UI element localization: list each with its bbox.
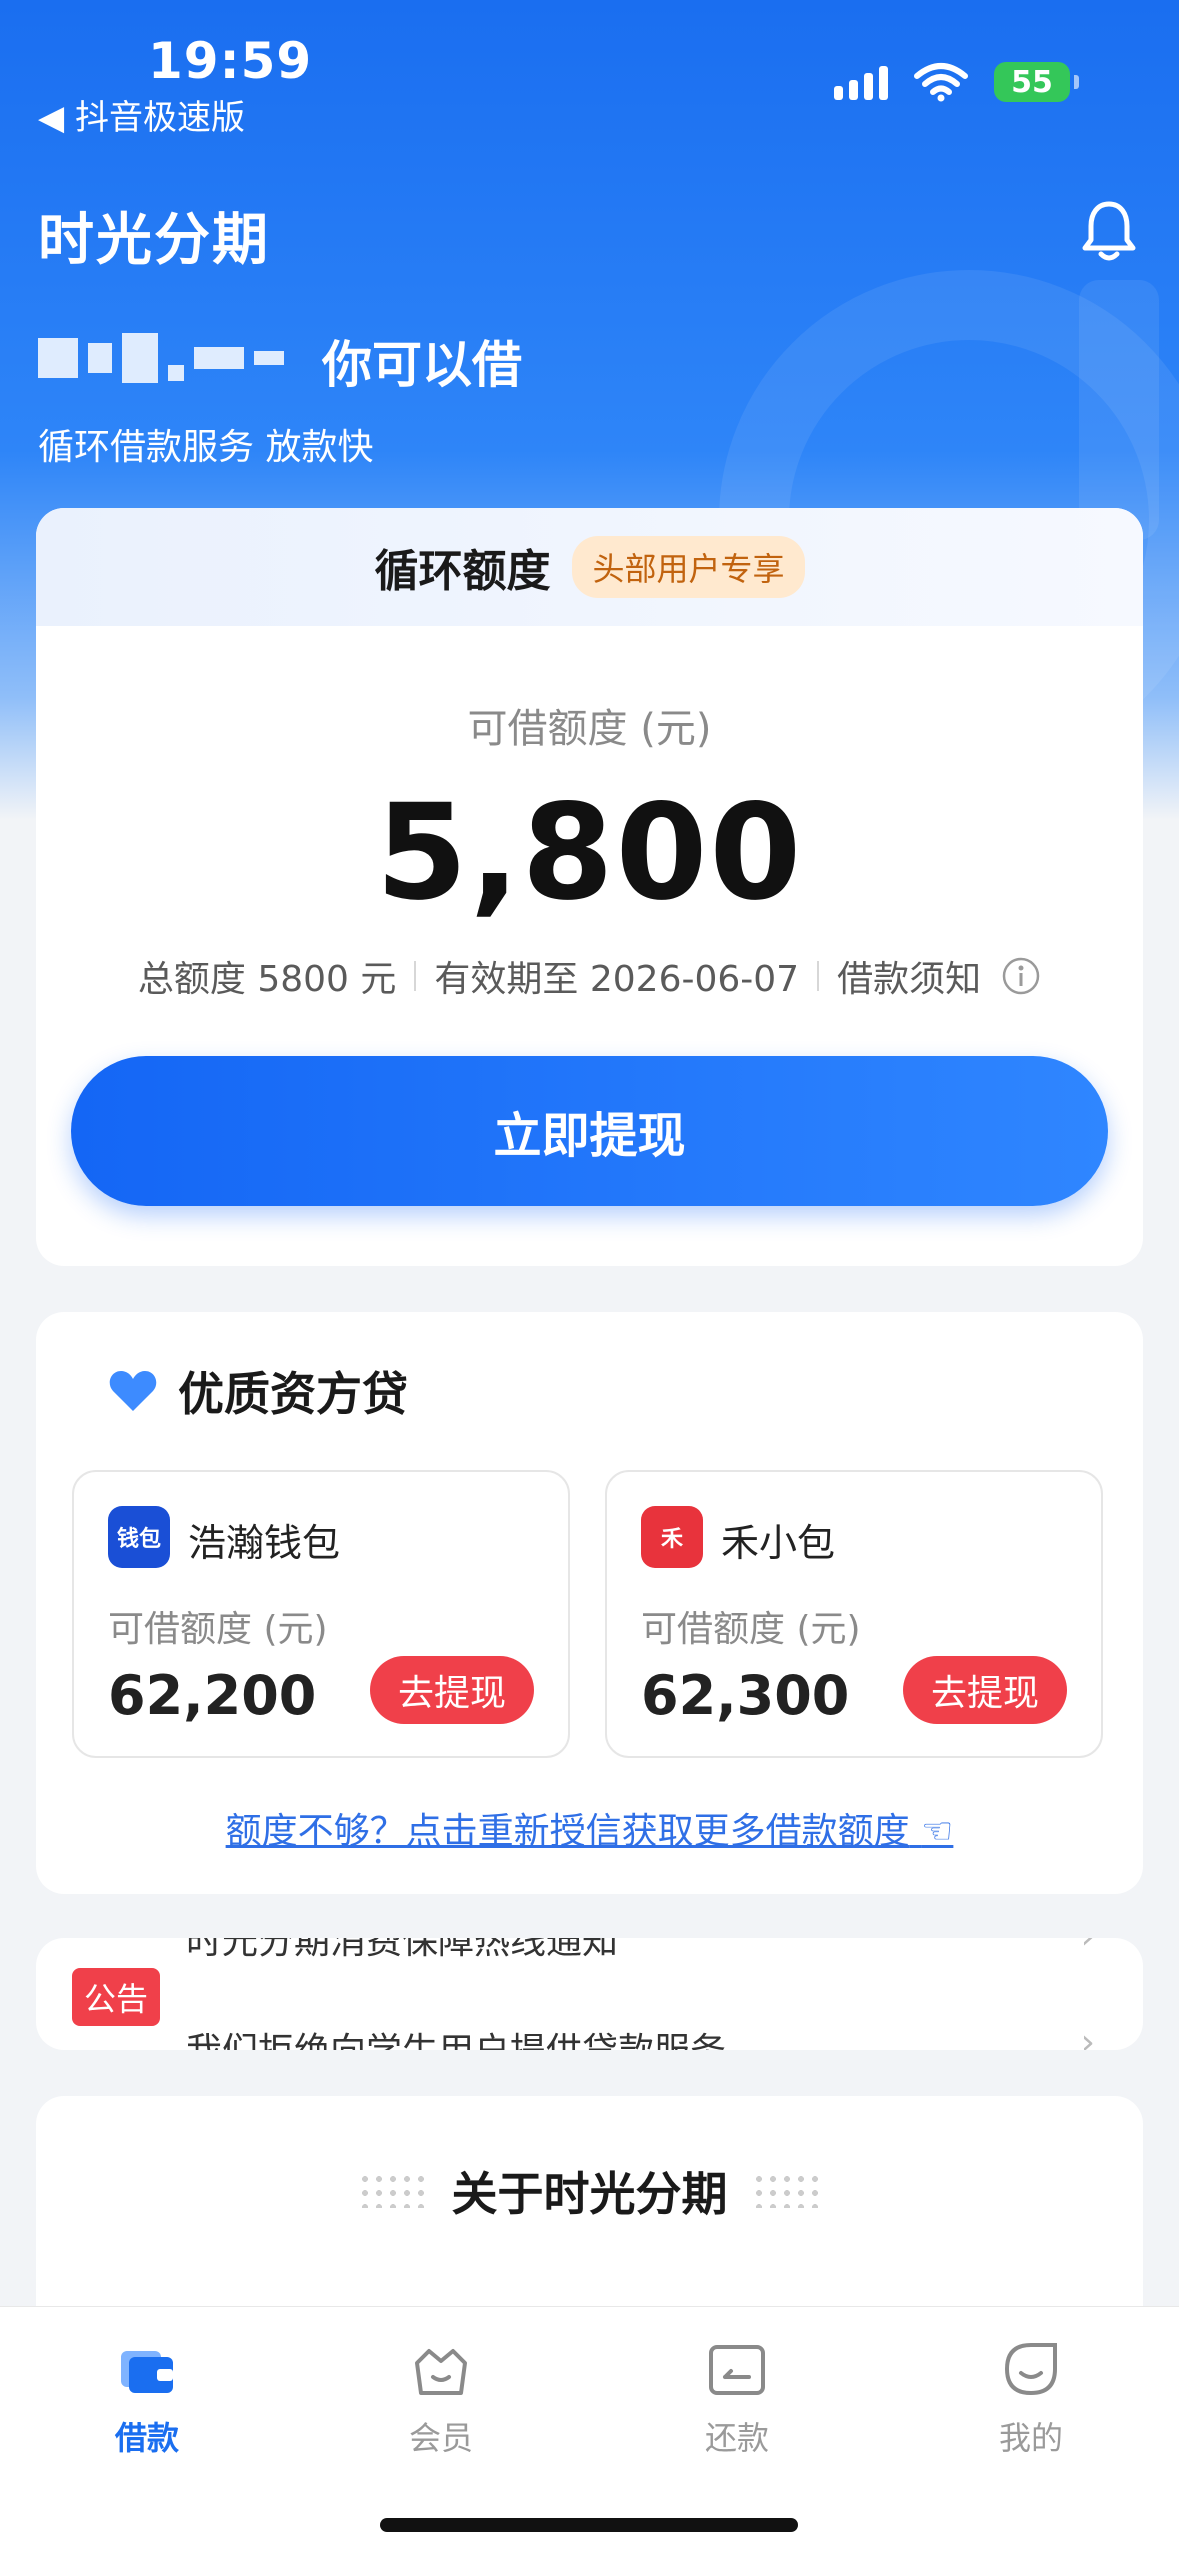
hero-subtitle: 循环借款服务 放款快	[38, 427, 374, 468]
bell-icon[interactable]	[1081, 198, 1137, 262]
lenders-title: 优质资方贷	[178, 1367, 408, 1421]
lender-available-label: 可借额度 (元)	[641, 1609, 861, 1650]
lender-logo: 钱包	[108, 1506, 170, 1568]
battery-level: 55	[1011, 64, 1053, 100]
lender-amount: 62,200	[108, 1664, 317, 1727]
lender-item[interactable]: 禾 禾小包 可借额度 (元) 62,300 去提现	[605, 1470, 1103, 1758]
tab-label: 借款	[114, 2419, 179, 2457]
lender-name: 禾小包	[721, 1521, 836, 1565]
tab-repay[interactable]: 还款	[662, 2337, 812, 2459]
wallet-icon	[121, 2351, 173, 2393]
credit-card-header: 循环额度 头部用户专享	[36, 508, 1143, 626]
announcement-line[interactable]: 我们拒绝向学生用户提供贷款服务	[186, 2022, 726, 2050]
lender-amount: 62,300	[641, 1664, 850, 1727]
vip-tag: 头部用户专享	[572, 536, 805, 598]
chevron-right-icon: ›	[1081, 1938, 1095, 1957]
lender-name: 浩瀚钱包	[188, 1521, 341, 1565]
back-to-app-link[interactable]: ◀ 抖音极速版	[38, 90, 245, 139]
divider	[817, 961, 820, 991]
info-icon[interactable]	[1001, 956, 1041, 996]
lender-item[interactable]: 钱包 浩瀚钱包 可借额度 (元) 62,200 去提现	[72, 1470, 570, 1758]
tab-label: 还款	[704, 2419, 769, 2457]
about-title: 关于时光分期	[451, 2167, 728, 2221]
battery-icon: 55	[994, 62, 1070, 102]
quality-lenders-card: 优质资方贷 钱包 浩瀚钱包 可借额度 (元) 62,200 去提现 禾 禾小包 …	[36, 1312, 1143, 1894]
card-icon	[709, 2345, 765, 2395]
basket-icon	[415, 2349, 467, 2395]
credit-meta-row: 总额度 5800 元 有效期至 2026-06-07 借款须知	[36, 950, 1143, 1002]
lender-available-label: 可借额度 (元)	[108, 1609, 328, 1650]
status-indicators: 55	[834, 62, 1079, 102]
valid-until: 有效期至 2026-06-07	[434, 959, 800, 1000]
hero-decoration	[1079, 280, 1159, 540]
reauthorize-link[interactable]: 额度不够？点击重新授信获取更多借款额度 ☜	[36, 1802, 1143, 1854]
app-title: 时光分期	[38, 208, 270, 273]
credit-title: 循环额度	[374, 546, 551, 597]
announcement-tag: 公告	[72, 1968, 161, 2026]
heart-icon	[109, 1371, 157, 1411]
lender-logo: 禾	[641, 1506, 703, 1568]
smile-icon	[1004, 2343, 1057, 2396]
tab-label: 我的	[998, 2419, 1063, 2457]
cellular-signal-icon	[834, 64, 888, 100]
lender-withdraw-button[interactable]: 去提现	[903, 1656, 1067, 1724]
tab-loan[interactable]: 借款	[72, 2337, 222, 2459]
announcement-line[interactable]: 时光分期消费保障热线通知	[186, 1938, 618, 1964]
home-indicator[interactable]	[380, 2518, 798, 2532]
reauthorize-link-text[interactable]: 额度不够？点击重新授信获取更多借款额度	[226, 1811, 910, 1852]
masked-username	[38, 333, 284, 383]
available-amount: 5,800	[375, 776, 804, 930]
status-time: 19:59	[148, 32, 313, 90]
loan-notice-link[interactable]: 借款须知	[837, 950, 981, 1002]
pointing-hand-icon: ☜	[921, 1811, 954, 1852]
available-label: 可借额度 (元)	[467, 706, 712, 752]
tab-label: 会员	[408, 2419, 473, 2457]
chevron-right-icon: ›	[1080, 2022, 1095, 2050]
can-borrow-text: 你可以借	[322, 336, 522, 394]
decorative-dots	[752, 2172, 822, 2208]
total-limit: 总额度 5800 元	[137, 959, 397, 1000]
lenders-section-title: 优质资方贷	[108, 1358, 408, 1424]
divider	[414, 961, 417, 991]
credit-limit-card: 循环额度 头部用户专享 可借额度 (元) 5,800 总额度 5800 元 有效…	[36, 508, 1143, 1266]
lender-withdraw-button[interactable]: 去提现	[370, 1656, 534, 1724]
withdraw-now-button[interactable]: 立即提现	[71, 1056, 1108, 1206]
wifi-icon	[914, 63, 968, 102]
tab-member[interactable]: 会员	[366, 2337, 516, 2459]
announcement-bar[interactable]: 公告 时光分期消费保障热线通知 › 我们拒绝向学生用户提供贷款服务 ›	[36, 1938, 1143, 2050]
battery-cap	[1074, 75, 1079, 89]
tab-mine[interactable]: 我的	[956, 2337, 1106, 2459]
